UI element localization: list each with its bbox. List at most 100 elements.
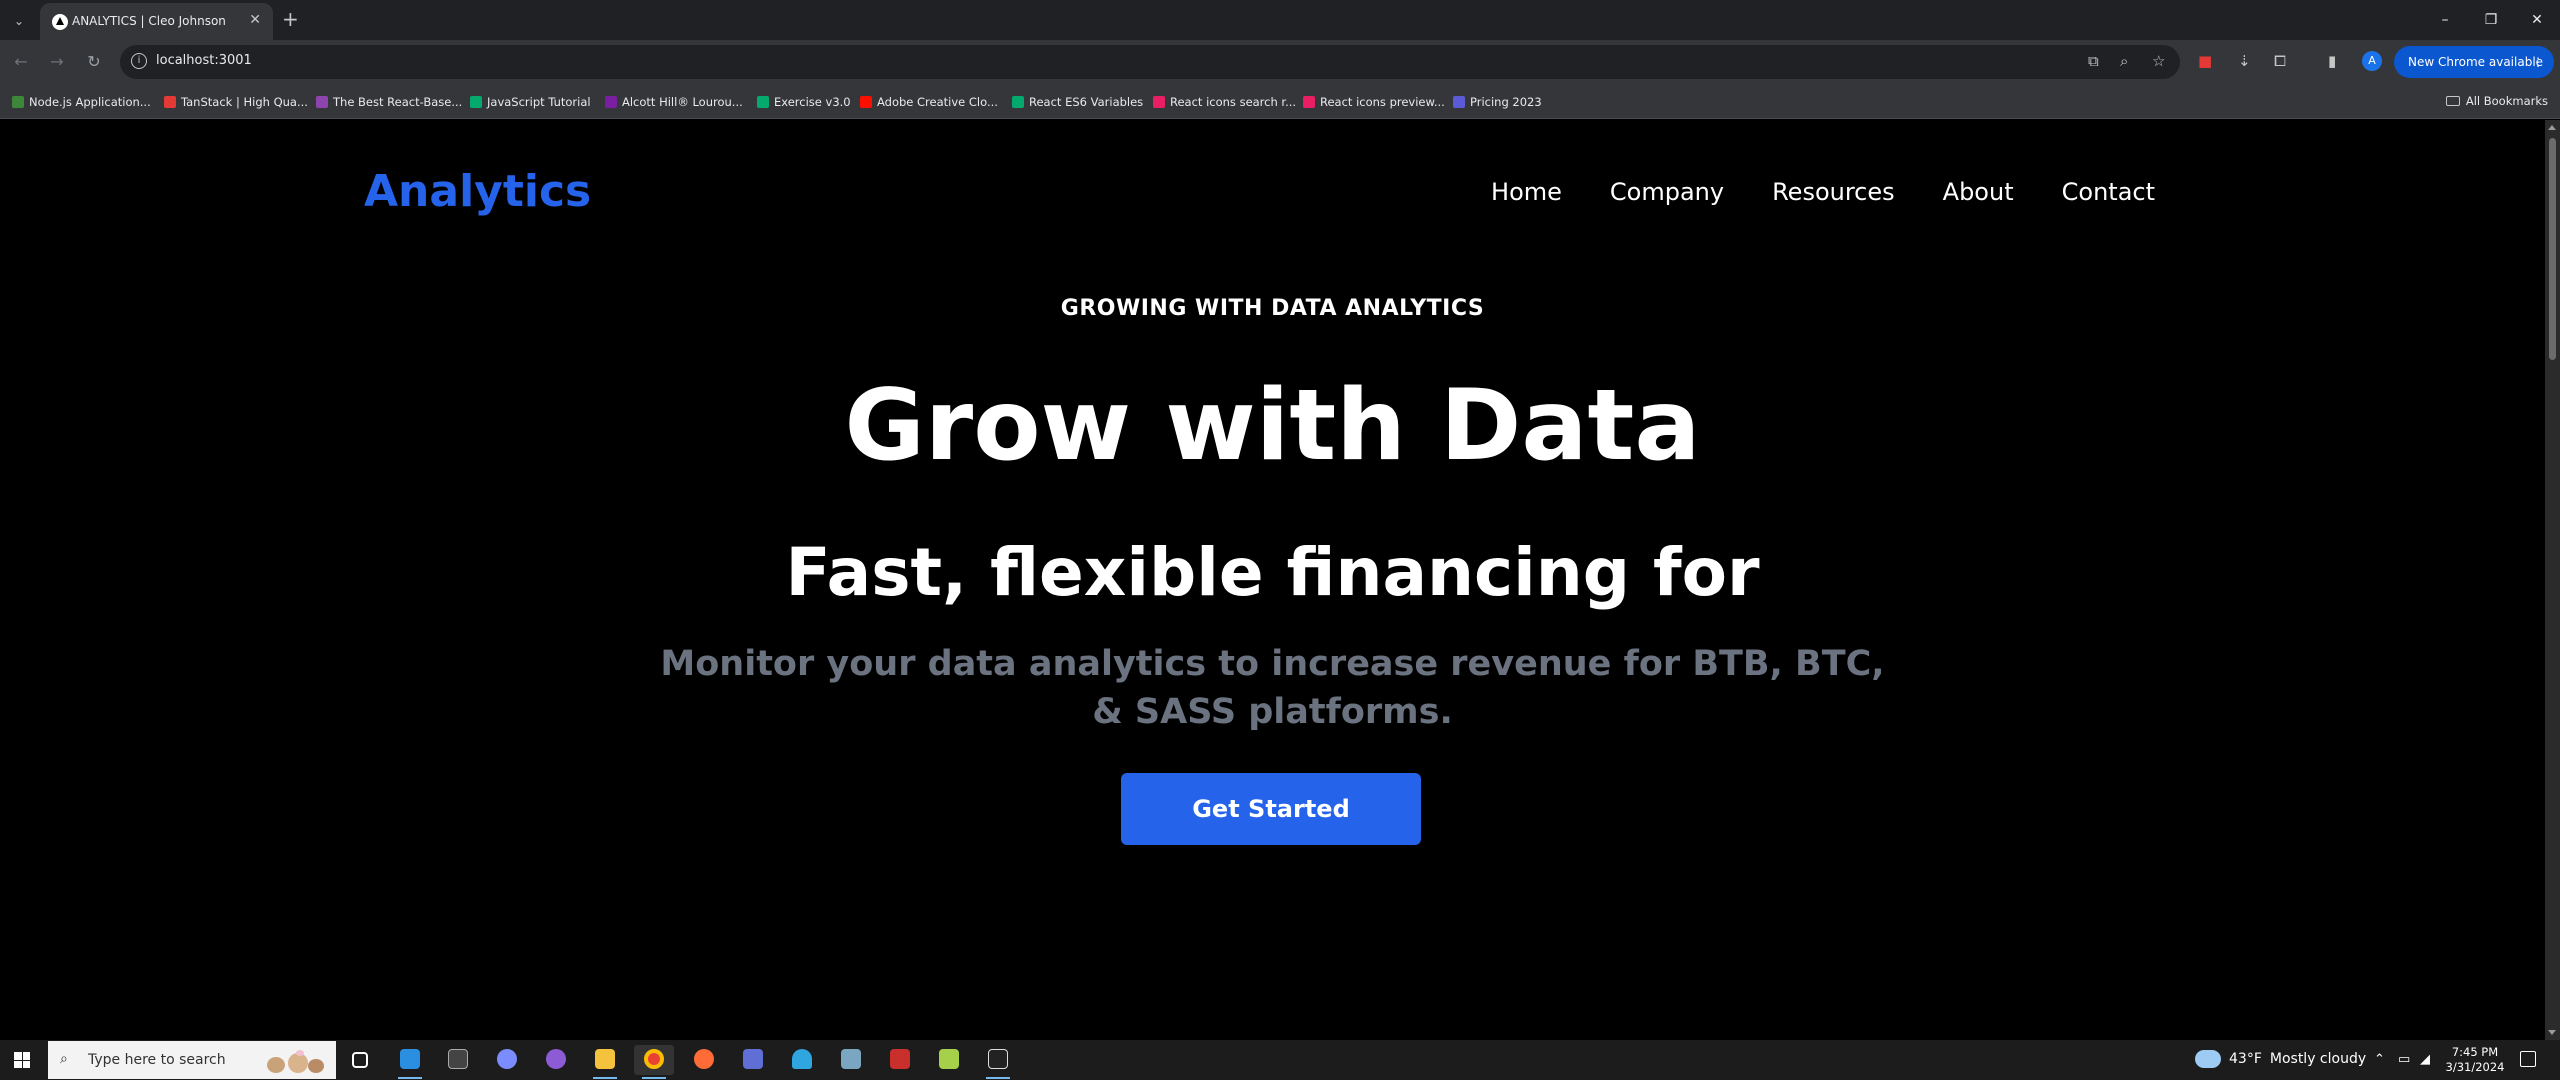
adobe-favicon-icon (860, 96, 872, 108)
w3schools-favicon-icon (470, 96, 482, 108)
filezilla-icon[interactable] (880, 1045, 920, 1075)
bookmark-item[interactable]: Adobe Creative Clo... (860, 94, 998, 110)
nav-resources[interactable]: Resources (1772, 178, 1895, 206)
system-clock[interactable]: 7:45 PM 3/31/2024 (2440, 1045, 2510, 1075)
cloud-app-icon[interactable] (782, 1045, 822, 1075)
clock-date: 3/31/2024 (2445, 1060, 2505, 1074)
hero-eyebrow: GROWING WITH DATA ANALYTICS (1060, 296, 1485, 321)
nav-contact[interactable]: Contact (2062, 178, 2155, 206)
bookmark-item[interactable]: Pricing 2023 (1453, 94, 1542, 110)
site-favicon-icon (52, 14, 68, 30)
scroll-up-icon[interactable] (2548, 125, 2556, 130)
side-panel-icon[interactable]: ▮ (2328, 52, 2336, 70)
weather-condition: Mostly cloudy (2269, 1051, 2367, 1067)
bookmark-label: React icons preview... (1320, 95, 1445, 109)
chrome-update-button[interactable]: New Chrome available ⋮ (2394, 46, 2554, 78)
calculator-icon[interactable] (978, 1045, 1018, 1079)
app-circle-icon[interactable] (487, 1045, 527, 1075)
bookmark-item[interactable]: React icons search r... (1153, 94, 1296, 110)
bookmark-label: Alcott Hill® Lourou... (622, 95, 743, 109)
bookmark-label: Adobe Creative Clo... (877, 95, 998, 109)
bookmark-star-icon[interactable]: ☆ (2152, 52, 2165, 70)
page-viewport: Analytics Home Company Resources About C… (0, 120, 2545, 1040)
bookmark-item[interactable]: The Best React-Base... (316, 94, 462, 110)
spreadsheet-icon[interactable] (929, 1045, 969, 1075)
gatsby-favicon-icon (316, 96, 328, 108)
site-info-icon[interactable]: i (131, 53, 147, 69)
bookmark-label: TanStack | High Qua... (181, 95, 308, 109)
bookmark-item[interactable]: Exercise v3.0 (757, 94, 851, 110)
browser-tab[interactable]: ANALYTICS | Cleo Johnson ✕ (40, 3, 273, 40)
restore-icon[interactable]: ❐ (2468, 0, 2514, 40)
extension-icon[interactable]: ■ (2198, 52, 2212, 70)
photos-icon[interactable] (831, 1045, 871, 1075)
bookmark-item[interactable]: TanStack | High Qua... (164, 94, 308, 110)
site-logo[interactable]: Analytics (364, 166, 591, 217)
scroll-thumb[interactable] (2549, 138, 2556, 360)
bookmark-item[interactable]: JavaScript Tutorial (470, 94, 591, 110)
bookmark-item[interactable]: React icons preview... (1303, 94, 1445, 110)
battery-icon[interactable]: ▭ (2398, 1052, 2410, 1067)
show-hidden-icons-icon[interactable]: ⌃ (2374, 1052, 2385, 1067)
nav-about[interactable]: About (1943, 178, 2014, 206)
address-bar[interactable]: i localhost:3001 ⧉ ⌕ ☆ (120, 45, 2180, 79)
scroll-down-icon[interactable] (2548, 1030, 2556, 1035)
install-app-icon[interactable]: ⧉ (2088, 52, 2099, 70)
weather-widget[interactable]: 43°F Mostly cloudy (2195, 1050, 2366, 1068)
browser-toolbar: ← → ↻ i localhost:3001 ⧉ ⌕ ☆ ■ ⇣ ⧠ ▮ A N… (0, 40, 2560, 85)
nav-home[interactable]: Home (1491, 178, 1562, 206)
bookmark-item[interactable]: React ES6 Variables (1012, 94, 1143, 110)
get-started-button[interactable]: Get Started (1121, 773, 1421, 845)
close-window-icon[interactable]: ✕ (2514, 0, 2560, 40)
chrome-icon[interactable] (634, 1045, 674, 1079)
wayfair-favicon-icon (605, 96, 617, 108)
bookmark-label: React icons search r... (1170, 95, 1297, 109)
hero-description: Monitor your data analytics to increase … (660, 644, 1885, 733)
bookmark-item[interactable]: Alcott Hill® Lourou... (605, 94, 743, 110)
back-arrow-icon[interactable]: ← (10, 52, 32, 71)
reload-icon[interactable]: ↻ (83, 52, 105, 71)
bookmark-label: React ES6 Variables (1029, 95, 1144, 109)
bookmark-label: JavaScript Tutorial (487, 95, 591, 109)
forward-arrow-icon[interactable]: → (46, 52, 68, 71)
window-controls: – ❐ ✕ (2422, 0, 2560, 40)
nav-company[interactable]: Company (1610, 178, 1724, 206)
profile-avatar[interactable]: A (2362, 51, 2382, 71)
tab-search-icon[interactable]: ⌄ (8, 10, 30, 32)
folder-icon (2445, 96, 2460, 106)
zoom-icon[interactable]: ⌕ (2120, 52, 2128, 70)
vscode-icon[interactable] (390, 1045, 430, 1079)
github-desktop-icon[interactable] (536, 1045, 576, 1075)
bookmark-item[interactable]: Node.js Application... (12, 94, 151, 110)
extensions-puzzle-icon[interactable]: ⧠ (2274, 52, 2286, 70)
network-app-icon[interactable] (733, 1045, 773, 1075)
task-view-icon[interactable] (340, 1045, 380, 1075)
windows-start-icon[interactable] (14, 1052, 30, 1068)
bookmark-label: Pricing 2023 (1470, 95, 1542, 109)
browser-tab-bar: ⌄ ANALYTICS | Cleo Johnson ✕ + – ❐ ✕ (0, 0, 2560, 40)
hero-subtitle: Fast, flexible financing for (785, 534, 1760, 611)
all-bookmarks-button[interactable]: All Bookmarks (2445, 94, 2548, 108)
all-bookmarks-label: All Bookmarks (2465, 94, 2548, 108)
bookmark-label: Node.js Application... (29, 95, 151, 109)
hero-title: Grow with Data (844, 369, 1701, 483)
terminal-icon[interactable] (438, 1045, 478, 1075)
download-icon[interactable]: ⇣ (2238, 52, 2251, 70)
url-text[interactable]: localhost:3001 (156, 53, 252, 68)
bookmark-label: The Best React-Base... (333, 95, 463, 109)
windows-taskbar: ⌕ Type here to search 43°F Mostly cloudy… (0, 1040, 2560, 1080)
network-icon[interactable]: ◢ (2420, 1052, 2430, 1067)
new-tab-icon[interactable]: + (282, 7, 299, 31)
bookmark-label: Exercise v3.0 (774, 95, 851, 109)
minimize-icon[interactable]: – (2422, 0, 2468, 40)
taskbar-search[interactable]: ⌕ Type here to search (48, 1041, 336, 1079)
page-scrollbar[interactable] (2545, 120, 2560, 1040)
w3schools-favicon-icon (1012, 96, 1024, 108)
file-explorer-icon[interactable] (585, 1045, 625, 1079)
notification-icon[interactable] (2520, 1051, 2536, 1067)
cloudy-weather-icon (2195, 1050, 2221, 1068)
tab-close-icon[interactable]: ✕ (249, 12, 261, 28)
bookmarks-bar: Node.js Application... TanStack | High Q… (0, 85, 2560, 119)
postman-icon[interactable] (684, 1045, 724, 1075)
search-placeholder: Type here to search (88, 1052, 226, 1068)
